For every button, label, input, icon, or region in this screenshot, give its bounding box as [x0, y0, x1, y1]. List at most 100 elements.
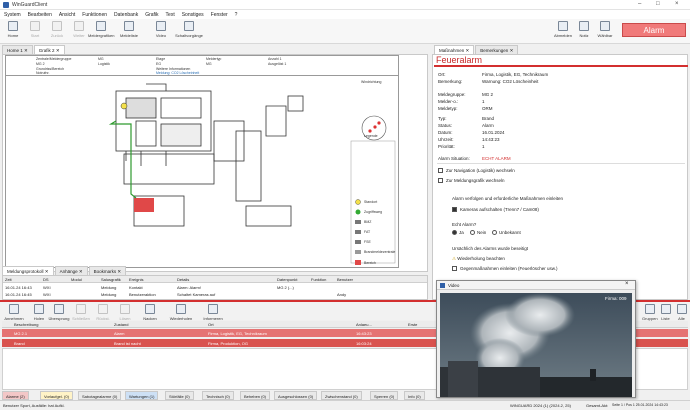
tab-massnahmen[interactable]: Maßnahmen ✕ [434, 45, 475, 54]
status-version: WINGUARD 2024 (1) (2024.2, 25) [510, 403, 571, 408]
camera-icon [156, 21, 166, 31]
menu-funktionen[interactable]: Funktionen [82, 12, 107, 18]
main-toolbar: Home Start Zurück Weiter Meldergrafiken … [0, 19, 690, 44]
tab-meldungsprotokoll[interactable]: Meldungsprotokoll ✕ [2, 266, 54, 275]
tab-beheben[interactable]: Beheben (0) [240, 391, 271, 400]
mark-icon [145, 304, 155, 314]
hdr-anzahl-value: Ausgelöst 1 [268, 62, 287, 66]
close-alarm-icon [76, 304, 86, 314]
accept-icon [9, 304, 19, 314]
alarm-button[interactable]: Alarm [622, 23, 686, 37]
menu-sonstiges[interactable]: Sonstiges [182, 12, 204, 18]
tab-bookmarks[interactable]: Bookmarks ✕ [88, 266, 127, 275]
step-wiederholung[interactable]: ⚠ Wiederholung beachten [452, 256, 505, 262]
menu-fenster[interactable]: Fenster [211, 12, 228, 18]
step-navigation[interactable]: Zur Navigation (Logistik) wechseln [438, 168, 515, 174]
tab-sperren[interactable]: Sperren (0) [370, 391, 399, 400]
waehlbar-button[interactable]: Wählbar [594, 21, 616, 38]
meldeliste-button[interactable]: Meldeliste [118, 21, 140, 38]
radio-selected-icon [452, 230, 457, 236]
tab-anhaenge[interactable]: Anhänge ✕ [54, 266, 88, 275]
legend-item: Brandmeldezentrale [364, 250, 396, 254]
release-icon [120, 304, 130, 314]
radio-ja[interactable]: Ja [452, 230, 464, 236]
alle-button[interactable]: Alle [674, 304, 689, 321]
home-icon [8, 21, 18, 31]
log-row[interactable]: 16.01.24 16:45 WXI Meldung Benutzeraktio… [3, 291, 427, 298]
title-bar: WinGuardClient – □ × [0, 0, 690, 10]
tab-vorlauf[interactable]: Vorlaufgel. (0) [40, 391, 73, 400]
tab-technisch[interactable]: Technisch (0) [202, 391, 234, 400]
tab-ausgeschlossen[interactable]: Ausgeschlossen (0) [274, 391, 318, 400]
legend-fse-icon [355, 240, 361, 244]
gruppen-button[interactable]: Gruppen [642, 304, 658, 321]
typ-label: Typ: [438, 116, 447, 121]
step-graphic[interactable]: Zur Meldungsgrafik wechseln [438, 178, 505, 184]
radio-nein[interactable]: Nein [470, 230, 486, 236]
meldegruppe-value: MG 2 [482, 92, 494, 97]
tab-alarme[interactable]: Alarme (2) [2, 391, 29, 400]
radio-unbekannt[interactable]: Unbekannt [492, 230, 521, 236]
video-close-icon[interactable]: × [625, 281, 629, 287]
legend-fat-icon [355, 230, 361, 234]
abmelden-button[interactable]: Abmelden [552, 21, 574, 38]
legend-title: Legende [364, 134, 378, 138]
menu-grafik[interactable]: Grafik [145, 12, 158, 18]
log-cell: Benutzeraktion [129, 292, 156, 297]
tab-info[interactable]: Info (0) [404, 391, 425, 400]
loesen-button[interactable]: Lösen [114, 304, 136, 321]
hdr-etage-label: Etage [156, 57, 166, 61]
notiz-button[interactable]: Notiz [573, 21, 595, 38]
close-icon[interactable]: × [675, 1, 679, 7]
menu-system[interactable]: System [4, 12, 21, 18]
tab-stoerfaelle[interactable]: Störfälle (0) [165, 391, 194, 400]
tab-bemerkungen[interactable]: Bemerkungen ✕ [475, 45, 519, 54]
menu-ansicht[interactable]: Ansicht [59, 12, 75, 18]
menu-help[interactable]: ? [235, 12, 238, 18]
video-titlebar[interactable]: Video × [437, 281, 635, 290]
nacken-button[interactable]: Nacken [136, 304, 164, 321]
liste-button[interactable]: Liste [658, 304, 673, 321]
tab-sabotage[interactable]: Sabotagealarme (0) [78, 391, 122, 400]
video-overlay-text: Firma: 009 [605, 296, 627, 301]
maximize-icon[interactable]: □ [656, 1, 660, 7]
home-button[interactable]: Home [2, 21, 24, 38]
holen-button[interactable]: Holen [28, 304, 50, 321]
log-cell: Meldung [101, 285, 117, 290]
meldergrafiken-button[interactable]: Meldergrafiken [88, 21, 114, 38]
minimize-icon[interactable]: – [638, 1, 641, 7]
tab-grafik-2[interactable]: Grafik 2 ✕ [33, 45, 65, 54]
video-window[interactable]: Video × Firma: 009 [436, 280, 636, 398]
alarm-cell: Brand ist nacht [114, 340, 141, 346]
phone-icon [600, 21, 610, 31]
schliessen-button[interactable]: Schließen [70, 304, 92, 321]
annehmen-button[interactable]: Annehmen [2, 304, 26, 321]
menu-bearbeiten[interactable]: Bearbeiten [28, 12, 52, 18]
graphic-icon [96, 21, 106, 31]
video-button[interactable]: Video [150, 21, 172, 38]
uebersprung-button[interactable]: Übersprung [48, 304, 70, 321]
forward-button[interactable]: Weiter [68, 21, 90, 38]
col-beschreibung: Beschreibung [14, 321, 39, 327]
meldetyp-value: ORM [482, 106, 493, 111]
schaltvorgaenge-button[interactable]: Schaltvorgänge [172, 21, 206, 38]
wiederholen-button[interactable]: Wiederholen [166, 304, 196, 321]
back-button[interactable]: Zurück [46, 21, 68, 38]
start-button[interactable]: Start [24, 21, 46, 38]
wind-dot-2 [373, 125, 377, 129]
hdr-meldertyp-label: Meldertyp [206, 57, 222, 61]
tab-wartungen[interactable]: Wartungen (1) [125, 391, 159, 400]
camera-checkbox[interactable]: Kameras aufschalten (Trenn7 / Cam08) [452, 207, 539, 213]
step-gegenmassnahmen[interactable]: Gegenmaßnahmen einleiten (Feuerlöscher u… [452, 266, 558, 272]
tab-zwischenstand[interactable]: Zwischenstand (0) [321, 391, 362, 400]
log-row[interactable]: 16.01.24 16:43 WXI Meldung Kontakt Alarm… [3, 284, 427, 291]
tab-home-1[interactable]: Home 1 ✕ [2, 45, 33, 54]
hdr-mg-value: Logistik [98, 62, 110, 66]
col-anlaeu: Anlaeu... [356, 321, 372, 327]
checkbox-checked-icon [452, 207, 457, 213]
step-icon [438, 168, 443, 174]
menu-datenbank[interactable]: Datenbank [114, 12, 138, 18]
logout-icon [558, 21, 568, 31]
informieren-button[interactable]: Informeren [198, 304, 228, 321]
menu-text[interactable]: Text [166, 12, 175, 18]
